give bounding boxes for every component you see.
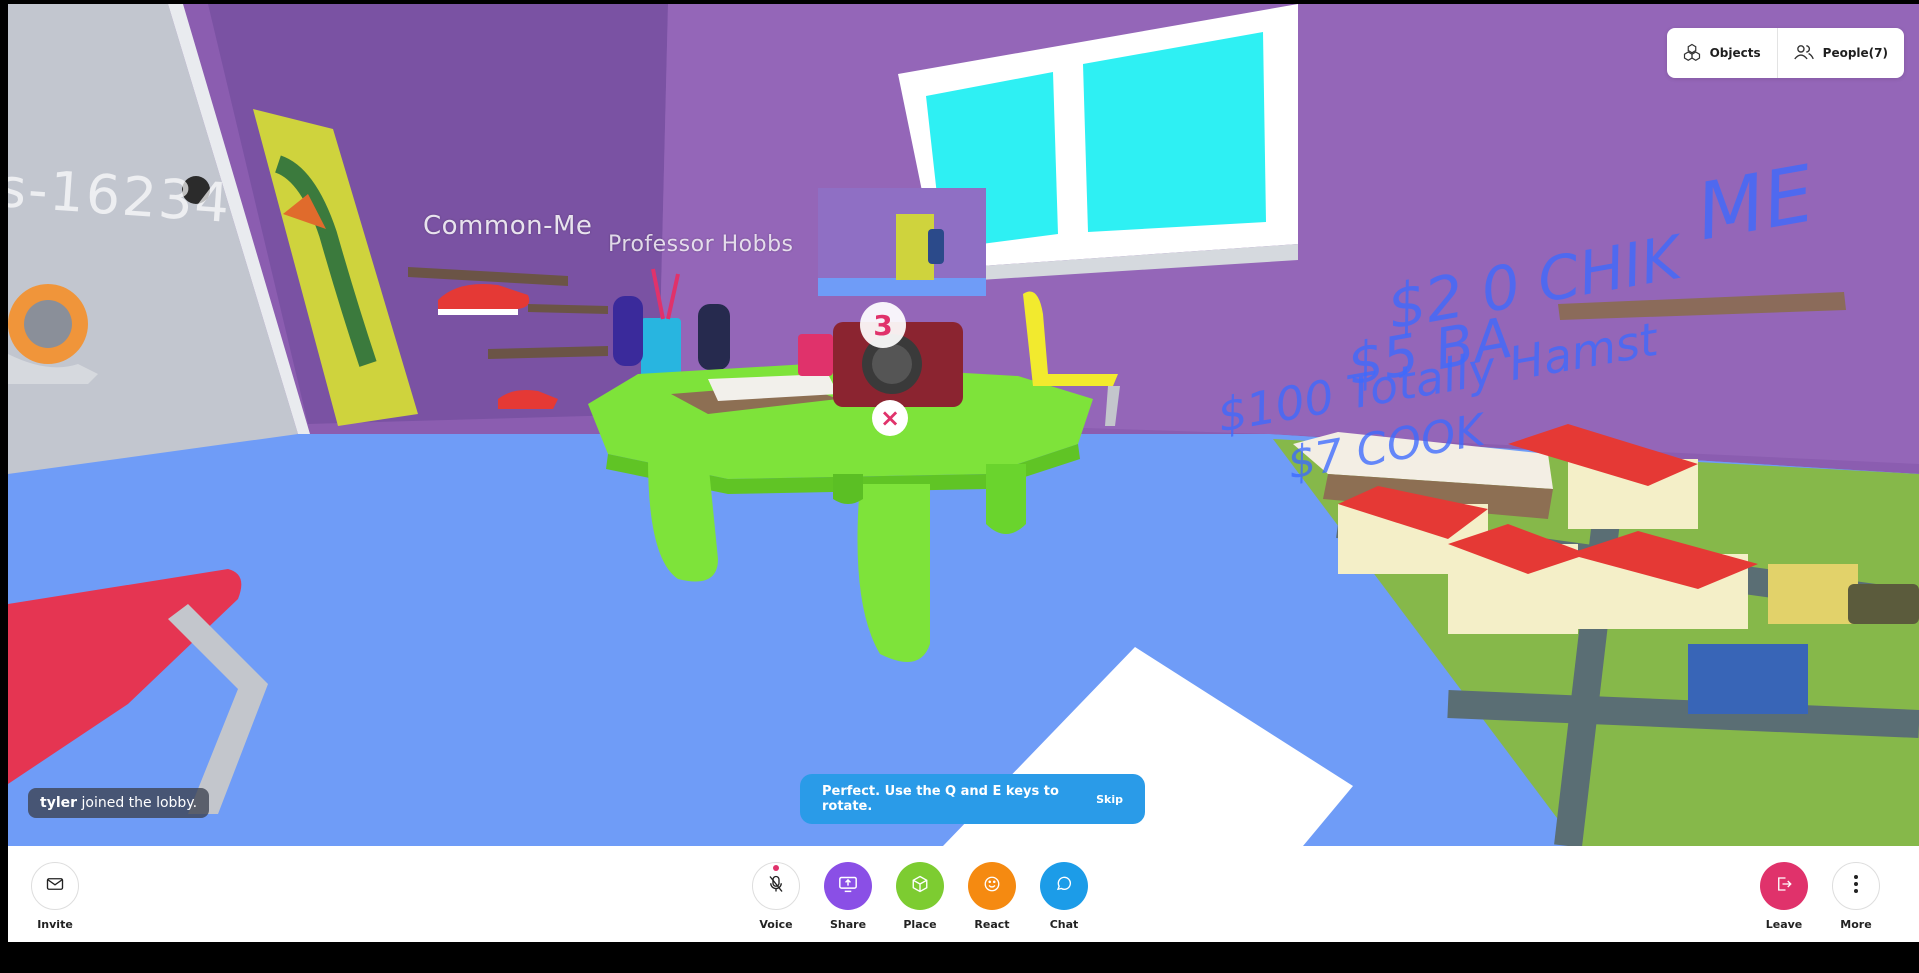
3d-viewport[interactable]: s-16234 Common-Me Professor Hobbs ME $2 …: [8, 4, 1919, 846]
people-button[interactable]: People(7): [1776, 28, 1904, 78]
people-label: People(7): [1822, 46, 1888, 60]
bottom-toolbar: Invite Voice Share Place React Chat Leav…: [8, 846, 1919, 942]
chat-circle: [1040, 862, 1088, 910]
nametag-professor-hobbs: Professor Hobbs: [608, 232, 794, 257]
leave-button[interactable]: Leave: [1754, 862, 1814, 931]
place-label: Place: [903, 918, 937, 931]
leave-label: Leave: [1765, 918, 1803, 931]
place-button[interactable]: Place: [890, 862, 950, 931]
chat-bubble-icon: [1055, 875, 1073, 897]
app-frame: s-16234 Common-Me Professor Hobbs ME $2 …: [8, 4, 1919, 942]
invite-label: Invite: [37, 918, 73, 931]
join-notification: tyler joined the lobby.: [28, 788, 210, 818]
objects-label: Objects: [1709, 46, 1761, 60]
leave-circle: [1760, 862, 1808, 910]
objects-icon: [1683, 43, 1701, 64]
cube-icon: [911, 875, 929, 897]
place-circle: [896, 862, 944, 910]
react-circle: [968, 862, 1016, 910]
voice-label: Voice: [759, 918, 793, 931]
nametag-common-me: Common-Me: [423, 211, 593, 241]
cancel-placement-icon[interactable]: ×: [872, 400, 908, 436]
placement-marker: 3: [860, 302, 906, 348]
more-vertical-icon: [1853, 874, 1859, 898]
react-label: React: [974, 918, 1010, 931]
chat-label: Chat: [1049, 918, 1079, 931]
share-button[interactable]: Share: [818, 862, 878, 931]
top-right-menu: Objects People(7): [1666, 28, 1904, 78]
share-circle: [824, 862, 872, 910]
room-scene: [8, 4, 1919, 846]
mic-off-icon: [768, 875, 784, 897]
voice-circle: [752, 862, 800, 910]
objects-button[interactable]: Objects: [1667, 28, 1777, 78]
rotation-hint: Perfect. Use the Q and E keys to rotate.…: [800, 774, 1145, 824]
people-icon: [1793, 43, 1814, 64]
skip-button[interactable]: Skip: [1096, 793, 1123, 806]
hint-text: Perfect. Use the Q and E keys to rotate.: [822, 784, 1059, 814]
toast-message: joined the lobby.: [81, 795, 198, 811]
more-button[interactable]: More: [1826, 862, 1886, 931]
more-circle: [1832, 862, 1880, 910]
exit-icon: [1775, 875, 1793, 897]
react-button[interactable]: React: [962, 862, 1022, 931]
smiley-icon: [983, 875, 1001, 897]
voice-status-dot: [773, 865, 779, 871]
chat-button[interactable]: Chat: [1034, 862, 1094, 931]
invite-circle: [31, 862, 79, 910]
envelope-icon: [46, 876, 64, 896]
invite-button[interactable]: Invite: [25, 862, 85, 931]
voice-button[interactable]: Voice: [746, 862, 806, 931]
screen-share-icon: [838, 875, 858, 897]
toast-user: tyler: [40, 795, 78, 811]
share-label: Share: [829, 918, 867, 931]
more-label: More: [1840, 918, 1872, 931]
